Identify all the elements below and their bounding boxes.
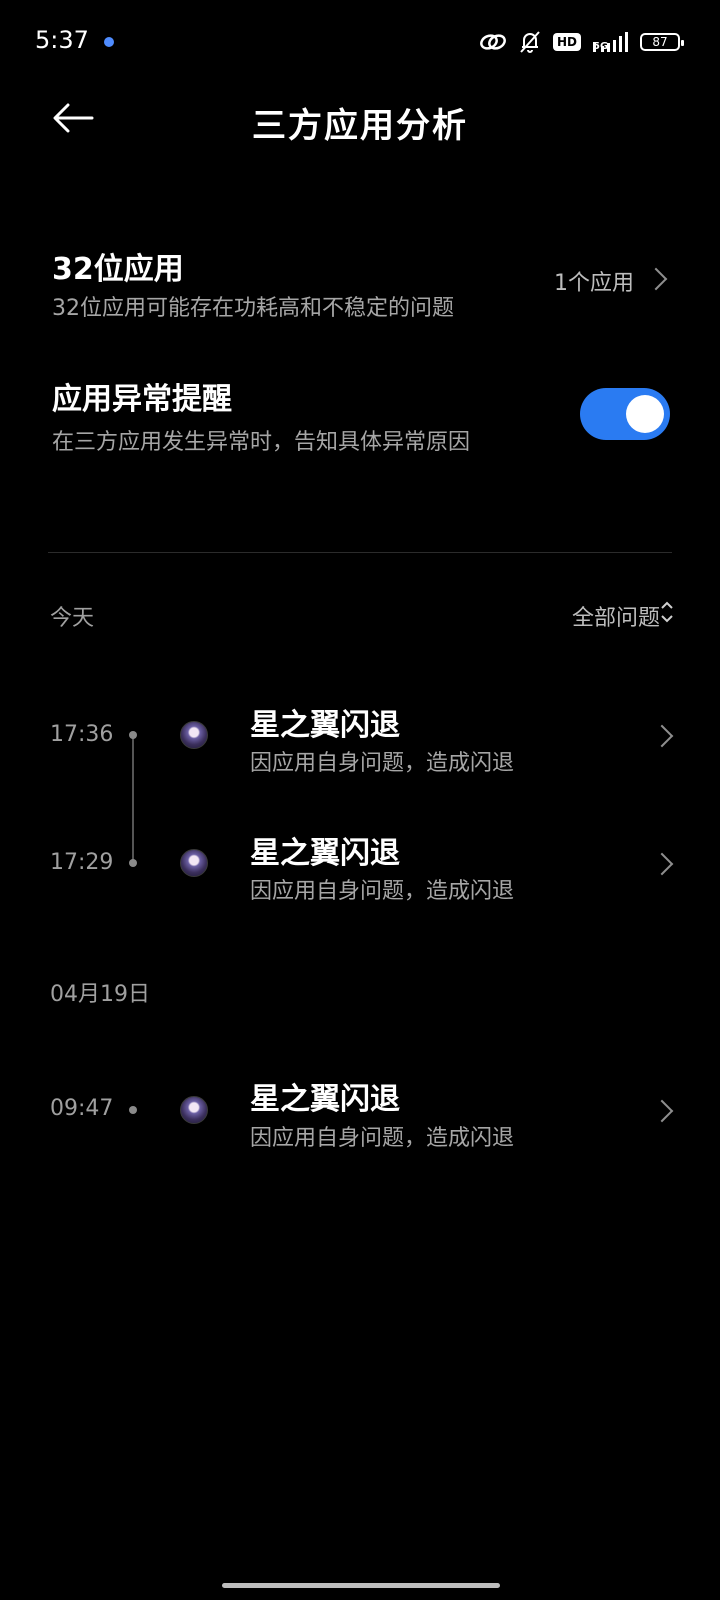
mute-bell-icon	[520, 31, 540, 53]
app-avatar-icon	[180, 1096, 208, 1124]
link-icon	[480, 34, 506, 50]
anomaly-alert-description: 在三方应用发生异常时，告知具体异常原因	[52, 430, 471, 455]
item-description: 因应用自身问题，造成闪退	[250, 751, 515, 776]
item-description: 因应用自身问题，造成闪退	[250, 1126, 515, 1151]
item-title: 星之翼闪退	[250, 1082, 400, 1117]
status-icons: HD 5G 87	[479, 26, 684, 58]
date-header: 04月19日	[50, 982, 150, 1007]
page-title: 三方应用分析	[252, 106, 468, 146]
signal-icon: 5G	[593, 32, 628, 52]
item-time: 09:47	[50, 1096, 114, 1121]
item-description: 因应用自身问题，造成闪退	[250, 879, 515, 904]
chevron-right-icon	[644, 267, 668, 291]
item-time: 17:36	[50, 722, 114, 747]
timeline-dot	[129, 1106, 137, 1114]
date-header-today: 今天	[50, 606, 95, 631]
battery-icon: 87	[640, 33, 684, 51]
item-title: 星之翼闪退	[250, 708, 400, 743]
issue-filter-dropdown[interactable]: 全部问题	[572, 600, 660, 632]
notification-dot-icon	[104, 37, 114, 47]
timeline-dot	[129, 731, 137, 739]
apps32-description: 32位应用可能存在功耗高和不稳定的问题	[52, 296, 454, 321]
toggle-knob	[626, 395, 664, 433]
item-title: 星之翼闪退	[250, 836, 400, 871]
battery-level: 87	[652, 35, 668, 49]
network-type: 5G	[593, 42, 608, 52]
divider	[48, 552, 672, 553]
item-time: 17:29	[50, 850, 114, 875]
anomaly-alert-toggle[interactable]	[580, 388, 670, 440]
app-avatar-icon	[180, 721, 208, 749]
apps32-count: 1个应用	[554, 271, 634, 296]
app-avatar-icon	[180, 849, 208, 877]
hd-badge: HD	[552, 33, 581, 51]
timeline-dot	[129, 859, 137, 867]
status-time: 5:37	[35, 26, 89, 54]
apps32-row[interactable]: 32位应用 32位应用可能存在功耗高和不稳定的问题 1个应用	[0, 240, 720, 330]
home-indicator[interactable]	[222, 1583, 500, 1588]
apps32-title: 32位应用	[52, 252, 184, 287]
anomaly-alert-title: 应用异常提醒	[52, 382, 232, 417]
sort-updown-icon[interactable]	[660, 598, 674, 626]
